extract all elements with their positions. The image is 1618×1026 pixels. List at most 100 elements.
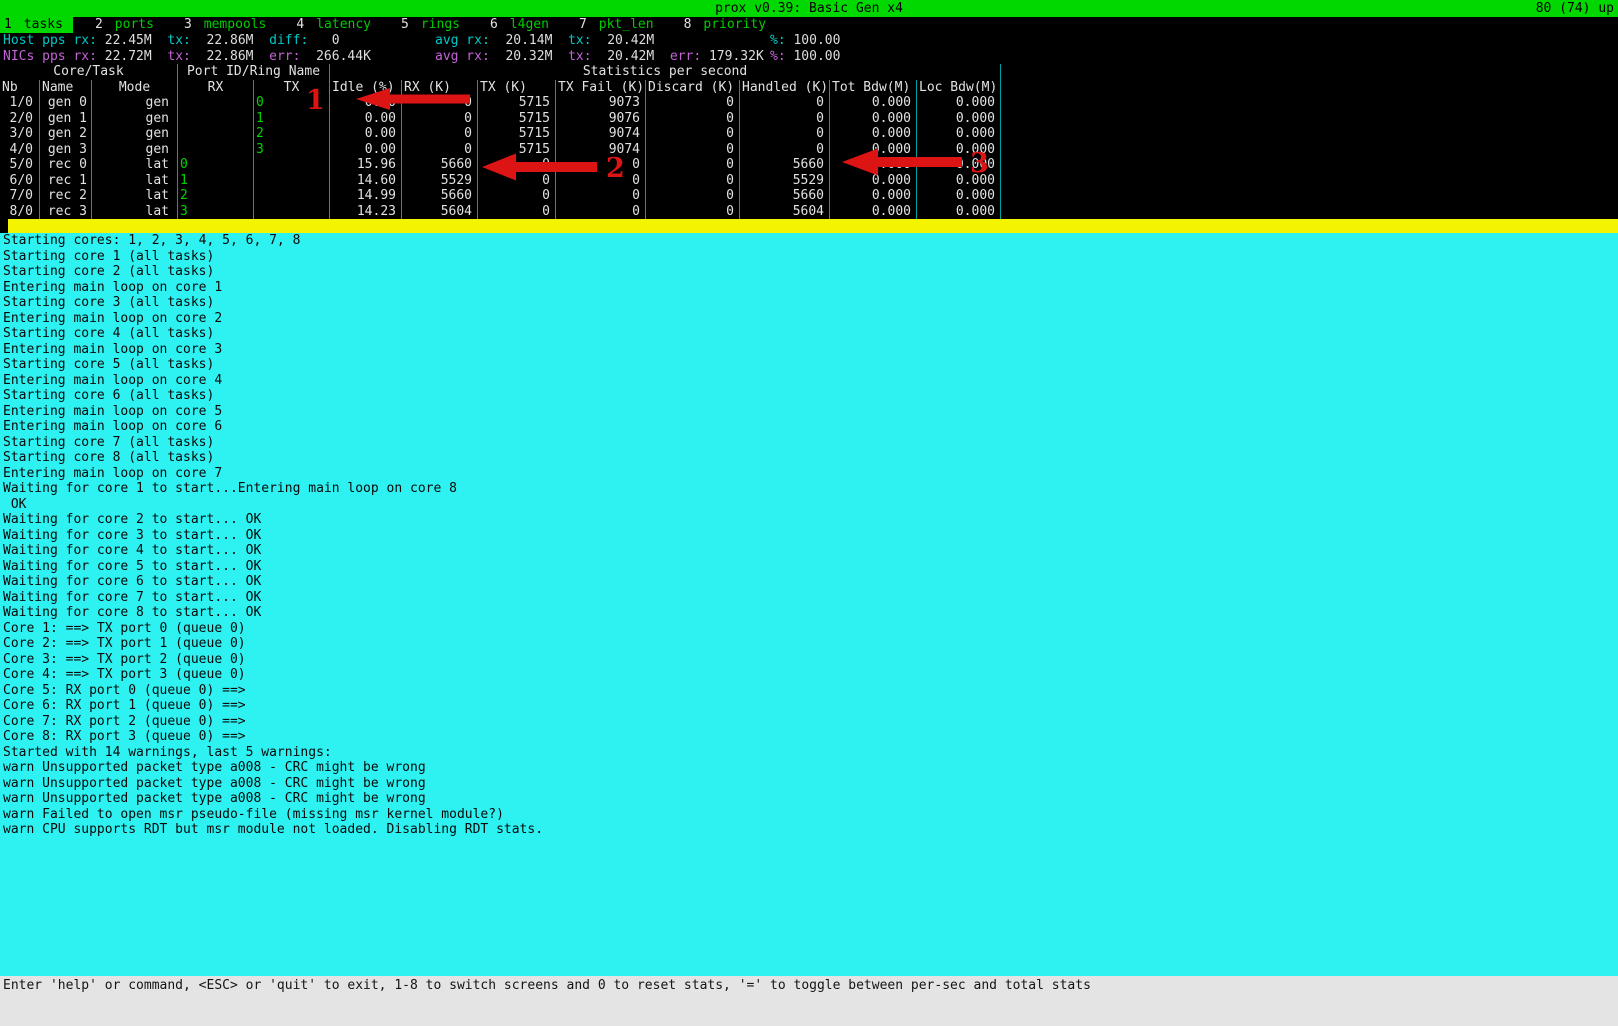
cell-tx: 2 — [254, 126, 330, 142]
tab-priority[interactable]: 8priority — [684, 17, 766, 33]
cell-discard: 0 — [646, 173, 740, 189]
cell-loc: 0.000 — [917, 95, 1001, 111]
cell-tot: 0.000 — [830, 188, 917, 204]
cell-idle: 14.99 — [330, 188, 402, 204]
log-line: Entering main loop on core 7 — [3, 466, 1618, 482]
group-header: Port ID/Ring Name — [178, 64, 330, 80]
stat-value: 179.32K — [709, 49, 764, 64]
log-line: Entering main loop on core 2 — [3, 311, 1618, 327]
window-title: prox v0.39: Basic Gen x4 — [715, 0, 903, 17]
stat-value: 20.42M — [607, 49, 654, 64]
cell-txk: 0 — [478, 204, 556, 220]
separator-bar — [0, 219, 1618, 233]
cell-loc: 0.000 — [917, 188, 1001, 204]
nics-pps-percent: %: 100.00 — [770, 49, 840, 65]
stat-label: tx: — [552, 33, 607, 48]
cell-name: gen 0 — [40, 95, 92, 111]
tab-pkt_len[interactable]: 7 pkt_len — [579, 17, 654, 33]
log-line: Starting cores: 1, 2, 3, 4, 5, 6, 7, 8 — [3, 233, 1618, 249]
stat-value: 20.14M — [505, 33, 552, 48]
cell-tot: 0.000 — [830, 142, 917, 158]
log-line: Starting core 8 (all tasks) — [3, 450, 1618, 466]
stat-value: 22.72M — [105, 49, 152, 64]
tab-label: l4gen — [510, 17, 549, 33]
stat-value: 22.86M — [207, 49, 254, 64]
cell-discard: 0 — [646, 157, 740, 173]
log-line: Starting core 6 (all tasks) — [3, 388, 1618, 404]
stat-value: 266.44K — [316, 49, 371, 64]
cell-loc: 0.000 — [917, 204, 1001, 220]
cell-nb: 5/0 — [0, 157, 40, 173]
log-line: Core 2: ==> TX port 1 (queue 0) — [3, 636, 1618, 652]
stat-value: 22.45M — [105, 33, 152, 48]
log-line: Core 4: ==> TX port 3 (queue 0) — [3, 667, 1618, 683]
stat-label: %: — [770, 33, 793, 48]
log-line: Entering main loop on core 1 — [3, 280, 1618, 296]
tab-latency[interactable]: 4latency — [296, 17, 371, 33]
cell-tx: 1 — [254, 111, 330, 127]
cell-tot: 0.000 — [830, 204, 917, 220]
command-bar[interactable]: Enter 'help' or command, <ESC> or 'quit'… — [0, 976, 1618, 1026]
tab-label: ports — [115, 17, 154, 33]
log-line: Entering main loop on core 3 — [3, 342, 1618, 358]
cell-handled: 5660 — [740, 157, 830, 173]
cell-nb: 1/0 — [0, 95, 40, 111]
log-line: Starting core 2 (all tasks) — [3, 264, 1618, 280]
log-line: warn CPU supports RDT but msr module not… — [3, 822, 1618, 838]
cell-mode: gen — [92, 126, 178, 142]
tab-tasks[interactable]: 1tasks — [0, 17, 73, 33]
table-row: 6/0rec 1lat114.60552900055290.0000.000 — [0, 173, 1618, 189]
tab-number: 3 — [184, 17, 197, 33]
group-header: Statistics per second — [330, 64, 1001, 80]
host-pps-avg: avg rx: 20.14M tx: 20.42M — [435, 33, 654, 49]
cell-handled: 0 — [740, 142, 830, 158]
tab-label: tasks — [24, 17, 63, 33]
cell-mode: lat — [92, 173, 178, 189]
stat-label: %: — [770, 49, 793, 64]
cell-name: rec 0 — [40, 157, 92, 173]
stat-value: 100.00 — [793, 49, 840, 64]
cell-loc: 0.000 — [917, 142, 1001, 158]
table-row: 8/0rec 3lat314.23560400056040.0000.000 — [0, 204, 1618, 220]
host-pps-percent: %: 100.00 — [770, 33, 840, 49]
prox-terminal: prox v0.39: Basic Gen x4 80 (74) up 1tas… — [0, 0, 1618, 1026]
tab-label: pkt_len — [599, 17, 654, 33]
log-line: warn Unsupported packet type a008 - CRC … — [3, 776, 1618, 792]
log-line: Waiting for core 2 to start... OK — [3, 512, 1618, 528]
cell-discard: 0 — [646, 188, 740, 204]
window-title-bar: prox v0.39: Basic Gen x4 80 (74) up — [0, 0, 1618, 17]
group-header: Core/Task — [0, 64, 178, 80]
cell-mode: gen — [92, 111, 178, 127]
tab-number: 7 — [579, 17, 592, 33]
cell-rxk: 0 — [402, 95, 478, 111]
tab-label: priority — [703, 17, 766, 33]
cell-discard: 0 — [646, 111, 740, 127]
tab-ports[interactable]: 2ports — [95, 17, 154, 33]
cell-nb: 2/0 — [0, 111, 40, 127]
tab-mempools[interactable]: 3mempools — [184, 17, 266, 33]
stat-value: 20.32M — [505, 49, 552, 64]
command-help-text: Enter 'help' or command, <ESC> or 'quit'… — [0, 976, 1618, 994]
nics-pps-main: NICs pps rx: 22.72M tx: 22.86M err: 266.… — [3, 49, 371, 65]
cell-discard: 0 — [646, 126, 740, 142]
log-output: Starting cores: 1, 2, 3, 4, 5, 6, 7, 8 St… — [0, 233, 1618, 976]
cell-txk: 5715 — [478, 126, 556, 142]
stat-label: Host pps rx: — [3, 33, 105, 48]
column-header: TX Fail (K) — [556, 80, 646, 96]
cell-rxk: 0 — [402, 142, 478, 158]
log-line: Waiting for core 8 to start... OK — [3, 605, 1618, 621]
cell-rx: 0 — [178, 157, 254, 173]
stat-label: tx: — [152, 33, 207, 48]
cell-idle: 0.00 — [330, 126, 402, 142]
stat-label: avg rx: — [435, 33, 505, 48]
tab-l4gen[interactable]: 6l4gen — [490, 17, 549, 33]
cell-mode: gen — [92, 95, 178, 111]
tab-rings[interactable]: 5rings — [401, 17, 460, 33]
log-line: Waiting for core 6 to start... OK — [3, 574, 1618, 590]
cell-loc: 0.000 — [917, 111, 1001, 127]
tab-number: 4 — [296, 17, 309, 33]
uptime-status: 80 (74) up — [1536, 0, 1614, 17]
cell-discard: 0 — [646, 142, 740, 158]
log-line: Starting core 7 (all tasks) — [3, 435, 1618, 451]
cell-txk: 0 — [478, 157, 556, 173]
